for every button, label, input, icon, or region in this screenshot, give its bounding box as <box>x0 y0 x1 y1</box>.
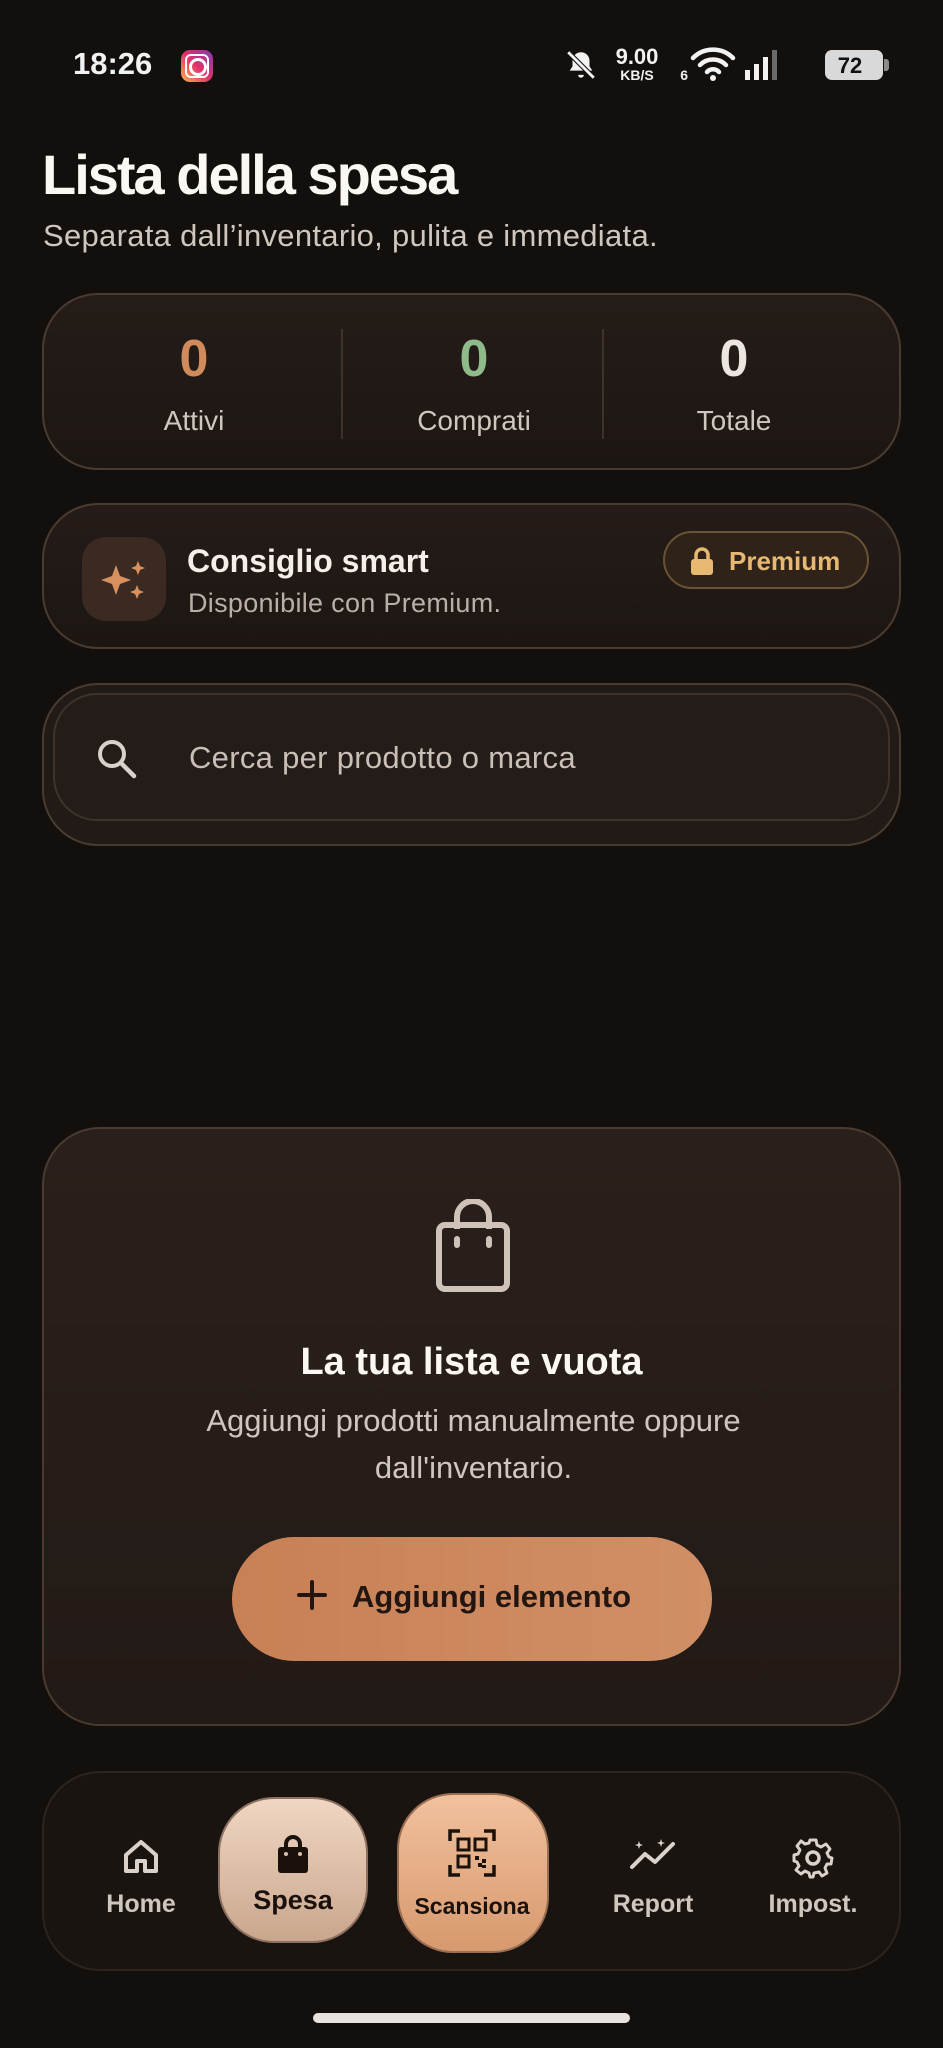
search-container <box>42 683 901 846</box>
stat-divider <box>602 329 604 439</box>
status-time: 18:26 <box>73 46 153 81</box>
gear-icon <box>792 1838 834 1879</box>
search-icon <box>98 740 137 779</box>
page-title: Lista della spesa <box>42 143 458 206</box>
stat-bought: 0 Comprati <box>364 295 584 468</box>
stats-card: 0 Attivi 0 Comprati 0 Totale <box>42 293 901 470</box>
add-item-button[interactable]: Aggiungi elemento <box>232 1537 712 1661</box>
wifi-6-badge: 6 <box>680 67 688 83</box>
battery-indicator: 72 <box>825 50 889 80</box>
nav-label-report: Report <box>612 1890 694 1918</box>
nav-label-spesa: Spesa <box>253 1885 333 1915</box>
wifi-icon <box>690 47 736 81</box>
trend-chart-icon <box>630 1839 675 1869</box>
stat-divider <box>341 329 343 439</box>
page-subtitle: Separata dall’inventario, pulita e immed… <box>43 218 658 253</box>
nav-label-scan: Scansiona <box>414 1893 530 1919</box>
sparkles-icon <box>101 561 145 599</box>
stat-active-label: Attivi <box>163 405 225 436</box>
nav-item-spesa[interactable]: Spesa <box>218 1773 368 1969</box>
empty-state-card: La tua lista e vuota Aggiungi prodotti m… <box>42 1127 901 1726</box>
shopping-bag-icon <box>436 1199 510 1292</box>
search-input[interactable] <box>189 725 849 791</box>
nav-label-home: Home <box>106 1890 176 1918</box>
signal-icon <box>745 50 777 80</box>
stat-bought-value: 0 <box>459 330 489 388</box>
stat-total-label: Totale <box>696 405 772 436</box>
sparkles-icon-container <box>82 537 166 621</box>
smart-tip-card[interactable]: Consiglio smart Disponibile con Premium.… <box>42 503 901 649</box>
premium-badge[interactable]: Premium <box>663 531 869 589</box>
add-item-button-label: Aggiungi elemento <box>352 1579 631 1614</box>
nav-item-settings[interactable]: Impost. <box>738 1773 888 1969</box>
status-bar: 18:26 9.00 KB/S 6 72 <box>0 0 943 130</box>
qr-code-icon <box>448 1829 496 1877</box>
empty-state-description: Aggiungi prodotti manualmente oppure dal… <box>206 1403 741 1485</box>
instagram-notification-icon <box>181 50 213 82</box>
plus-icon <box>297 1580 327 1610</box>
home-icon <box>124 1840 158 1873</box>
stat-active-value: 0 <box>179 330 209 388</box>
lock-icon <box>691 547 713 575</box>
nav-item-report[interactable]: Report <box>578 1773 728 1969</box>
smart-tip-title: Consiglio smart <box>187 543 429 579</box>
stat-total: 0 Totale <box>624 295 844 468</box>
search-bar[interactable] <box>53 693 890 821</box>
smart-tip-subtitle: Disponibile con Premium. <box>188 588 502 618</box>
nav-item-scan[interactable]: Scansiona <box>397 1773 549 1969</box>
empty-state-title: La tua lista e vuota <box>300 1341 643 1383</box>
muted-bell-icon <box>566 50 596 80</box>
premium-badge-label: Premium <box>729 546 841 576</box>
stat-bought-label: Comprati <box>417 405 531 436</box>
nav-label-settings: Impost. <box>768 1890 858 1918</box>
stat-active: 0 Attivi <box>84 295 304 468</box>
home-indicator[interactable] <box>313 2013 630 2023</box>
bottom-nav: Home Spesa Scansiona Report Impost. <box>42 1771 901 1971</box>
shopping-bag-icon <box>278 1835 308 1873</box>
network-speed: 9.00 KB/S <box>615 44 659 83</box>
stat-total-value: 0 <box>719 330 749 388</box>
nav-item-home[interactable]: Home <box>66 1773 216 1969</box>
